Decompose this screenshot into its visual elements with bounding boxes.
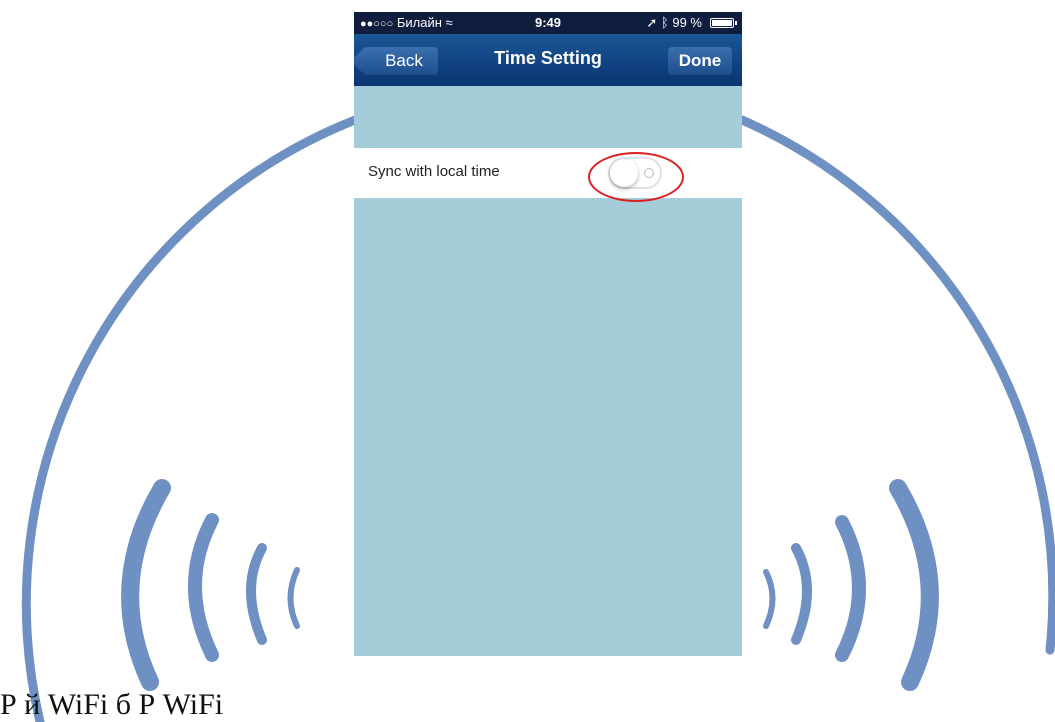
- sync-local-time-label: Sync with local time: [368, 163, 500, 180]
- wave-left-1: [121, 479, 171, 691]
- navigation-bar: Back Time Setting Done: [354, 34, 742, 86]
- wave-right-2: [835, 515, 866, 662]
- wave-right-1: [889, 479, 939, 691]
- location-icon: ➚: [646, 15, 658, 30]
- wave-right-4: [763, 569, 776, 629]
- wave-left-4: [287, 567, 300, 629]
- battery-icon: [710, 18, 737, 28]
- status-right: ➚ ᛒ 99 %: [646, 15, 702, 31]
- caption-text: Р й WiFi б Р WiFi: [0, 688, 224, 721]
- wave-left-3: [246, 543, 267, 645]
- annotation-circle: [588, 152, 684, 202]
- wave-left-2: [188, 513, 219, 662]
- sync-local-time-row: Sync with local time: [354, 148, 742, 198]
- watermark-circle-arc: [737, 115, 1055, 655]
- watermark-circle-arc: [21, 115, 360, 722]
- bluetooth-icon: ᛒ: [660, 15, 669, 30]
- done-button[interactable]: Done: [668, 47, 732, 75]
- status-bar: ●●○○○ Билайн ≈ 9:49 ➚ ᛒ 99 %: [354, 12, 742, 34]
- phone-screen: ●●○○○ Билайн ≈ 9:49 ➚ ᛒ 99 % Back Time S…: [354, 12, 742, 656]
- wave-right-3: [791, 543, 812, 645]
- battery-percent: 99 %: [672, 15, 702, 30]
